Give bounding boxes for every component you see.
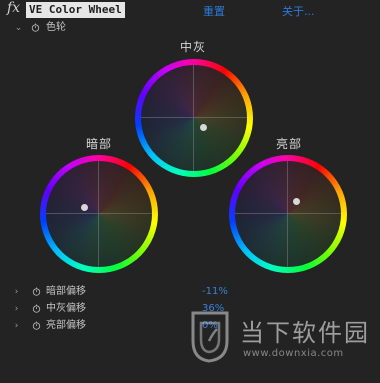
highlights-wheel[interactable] [229, 155, 347, 273]
shadows-handle[interactable] [81, 204, 88, 211]
watermark: 当下软件园 www.downxia.com [187, 307, 377, 375]
crosshair-h [46, 213, 152, 214]
midtones-wheel-center [141, 65, 247, 171]
effect-title[interactable]: VE Color Wheel [26, 2, 125, 18]
crosshair-v [287, 161, 288, 267]
highlights-label: 亮部 [275, 137, 302, 151]
midtones-handle[interactable] [200, 124, 207, 131]
stopwatch-icon[interactable] [31, 23, 40, 32]
property-label: 暗部偏移 [46, 286, 86, 297]
effect-header: fx VE Color Wheel 重置 关于... [0, 0, 380, 20]
stopwatch-icon[interactable] [32, 287, 41, 296]
crosshair-v [193, 65, 194, 171]
chevron-right-icon[interactable]: › [12, 319, 21, 333]
crosshair-h [235, 213, 341, 214]
watermark-url: www.downxia.com [243, 348, 344, 359]
chevron-down-icon[interactable]: ⌄ [14, 21, 23, 35]
watermark-name: 当下软件园 [240, 319, 370, 347]
highlights-wheel-center [235, 161, 341, 267]
shadows-offset-row: › 暗部偏移 -11% [0, 285, 380, 299]
property-label: 中灰偏移 [46, 303, 86, 314]
chevron-right-icon[interactable]: › [12, 302, 21, 316]
stopwatch-icon[interactable] [32, 304, 41, 313]
property-value[interactable]: -11% [202, 285, 228, 299]
midtones-label: 中灰 [179, 40, 206, 54]
midtones-wheel[interactable] [135, 59, 253, 177]
highlights-handle[interactable] [293, 198, 300, 205]
stopwatch-icon[interactable] [32, 321, 41, 330]
crosshair-v [98, 161, 99, 267]
shadows-label: 暗部 [85, 137, 112, 151]
about-link[interactable]: 关于... [282, 3, 315, 19]
reset-link[interactable]: 重置 [203, 3, 225, 19]
color-wheel-group-row: ⌄ 色轮 [0, 21, 380, 35]
watermark-logo-icon [191, 311, 229, 363]
crosshair-h [141, 117, 247, 118]
group-label: 色轮 [46, 22, 66, 33]
shadows-wheel[interactable] [40, 155, 158, 273]
property-label: 亮部偏移 [46, 320, 86, 331]
fx-toggle-icon[interactable]: fx [7, 0, 20, 16]
shadows-wheel-center [46, 161, 152, 267]
chevron-right-icon[interactable]: › [12, 285, 21, 299]
